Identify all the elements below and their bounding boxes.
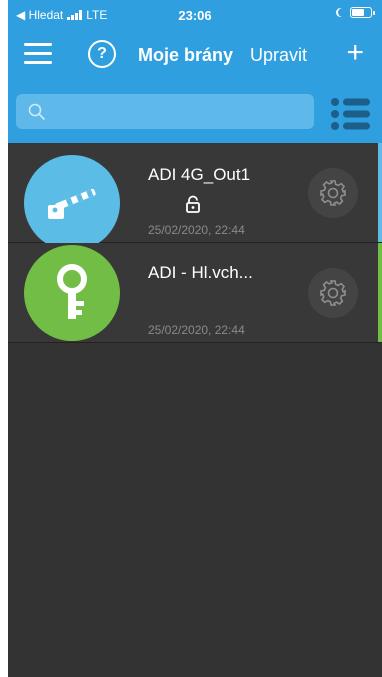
gate-status-accent (378, 243, 382, 342)
add-gate-button[interactable]: + (346, 38, 364, 68)
help-icon[interactable]: ? (88, 40, 116, 68)
hamburger-menu-icon[interactable] (24, 43, 52, 65)
search-input[interactable] (16, 94, 314, 129)
gate-name: ADI 4G_Out1 (148, 165, 251, 184)
gear-icon (320, 180, 346, 206)
status-bar: ◀ Hledat LTE 23:06 (8, 0, 382, 28)
search-bar (8, 88, 382, 144)
gate-list: ADI 4G_Out1 25/02/2020, 22:44 ADI - Hl.v… (8, 143, 382, 343)
gate-status-accent (378, 143, 382, 242)
header: ◀ Hledat LTE 23:06 ? Moje brány Upravit … (8, 0, 382, 88)
list-view-icon[interactable] (330, 97, 370, 131)
do-not-disturb-icon (338, 8, 347, 17)
gate-name: ADI - Hl.vch... (148, 263, 253, 282)
gear-icon (320, 280, 346, 306)
edit-button[interactable]: Upravit (250, 45, 307, 66)
gate-last-used: 25/02/2020, 22:44 (148, 223, 245, 237)
app-screen: ◀ Hledat LTE 23:06 ? Moje brány Upravit … (8, 0, 382, 677)
gate-avatar[interactable] (24, 155, 120, 251)
battery-icon (350, 7, 375, 18)
nav-bar: ? Moje brány Upravit + (8, 28, 382, 88)
page-title: Moje brány (138, 45, 234, 65)
empty-list-area (8, 343, 382, 677)
gate-row[interactable]: ADI 4G_Out1 25/02/2020, 22:44 (8, 143, 382, 251)
gate-settings-button[interactable] (308, 268, 358, 318)
gate-row[interactable]: ADI - Hl.vch... 25/02/2020, 22:44 (8, 243, 382, 343)
gate-last-used: 25/02/2020, 22:44 (148, 323, 245, 337)
barrier-gate-icon (48, 188, 96, 219)
gate-settings-button[interactable] (308, 168, 358, 218)
lock-icon (186, 195, 200, 213)
search-icon (28, 103, 45, 120)
status-time: 23:06 (178, 8, 212, 23)
key-icon (57, 264, 87, 319)
gate-avatar[interactable] (24, 245, 120, 341)
status-right (335, 7, 375, 18)
